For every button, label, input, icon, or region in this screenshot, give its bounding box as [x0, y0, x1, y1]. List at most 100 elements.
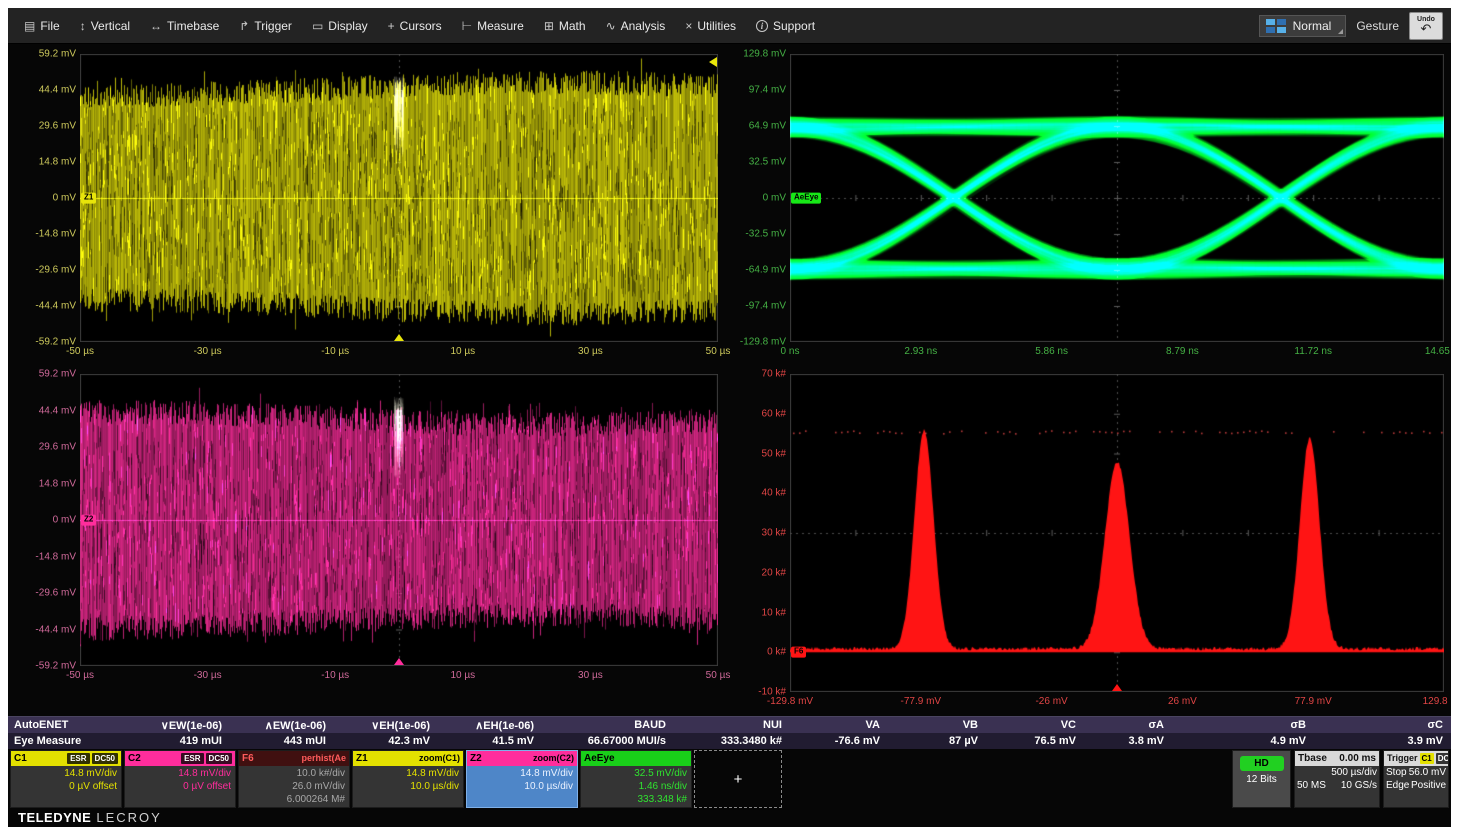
measure-column-header[interactable]: VA: [790, 719, 888, 731]
measure-column-header[interactable]: NUI: [674, 719, 790, 731]
y-axis-label: 129.8 mV: [726, 49, 786, 60]
y-axis-label: 70 k#: [726, 369, 786, 380]
descriptor-f6[interactable]: F6perhist(Ae10.0 k#/div26.0 mV/div6.0002…: [238, 750, 350, 808]
trace-tag-z2[interactable]: Z2: [81, 515, 96, 526]
measure-value[interactable]: 3.9 mV: [1314, 735, 1451, 747]
y-axis-label: 59.2 mV: [16, 49, 76, 60]
measure-value[interactable]: -76.6 mV: [790, 735, 888, 747]
descriptor-line: 10.0 µs/div: [469, 780, 573, 793]
display-mode-button[interactable]: Normal: [1259, 15, 1347, 37]
menu-math[interactable]: ⊞Math: [534, 8, 596, 43]
descriptor-line: 10.0 µs/div: [355, 780, 459, 793]
measure-column-header[interactable]: ∧EH(1e-06): [438, 719, 542, 732]
x-axis-label: -10 µs: [321, 346, 349, 357]
menu-label: Display: [328, 19, 367, 33]
x-axis-label: 11.72 ns: [1294, 346, 1332, 357]
measure-value[interactable]: 443 mUI: [230, 735, 334, 747]
descriptor-c1[interactable]: C1ESRDC5014.8 mV/div0 µV offset: [10, 750, 122, 808]
x-axis-label: 30 µs: [578, 346, 603, 357]
menu-display[interactable]: ▭Display: [302, 8, 378, 43]
y-axis-label: 0 k#: [726, 647, 786, 658]
measure-value[interactable]: 3.8 mV: [1084, 735, 1172, 747]
menu-items: ▤File↕Vertical↔Timebase↱Trigger▭Display+…: [14, 8, 825, 43]
plot-zoom2[interactable]: [80, 374, 718, 666]
badge-esr: ESR: [181, 753, 203, 764]
y-axis-label: 59.2 mV: [16, 369, 76, 380]
trigger-label: Trigger: [1387, 754, 1418, 763]
menu-support[interactable]: iSupport: [746, 8, 825, 43]
cursors-icon: +: [388, 20, 395, 32]
menu-file[interactable]: ▤File: [14, 8, 70, 43]
descriptor-line: 14.8 mV/div: [127, 767, 231, 780]
measure-value[interactable]: 87 µV: [888, 735, 986, 747]
menu-measure[interactable]: ⊢Measure: [452, 8, 534, 43]
timebase-cell: 10 GS/s: [1341, 779, 1377, 792]
trigger-descriptor[interactable]: TriggerC1DCStop56.0 mVEdgePositive: [1383, 750, 1449, 808]
menu-label: Measure: [477, 19, 524, 33]
trace-tag-z1[interactable]: Z1: [81, 193, 96, 204]
measure-column-header[interactable]: VC: [986, 719, 1084, 731]
trigger-level-marker[interactable]: [709, 57, 717, 67]
measure-value[interactable]: 66.67000 MUI/s: [542, 735, 674, 747]
x-axis-label: 77.9 mV: [1295, 696, 1332, 707]
channel-function-label: zoom(C1): [419, 754, 460, 763]
descriptor-c2[interactable]: C2ESRDC5014.8 mV/div0 µV offset: [124, 750, 236, 808]
measure-group-name[interactable]: AutoENET: [8, 719, 126, 731]
measure-value[interactable]: 333.3480 k#: [674, 735, 790, 747]
y-axis-label: 0 mV: [726, 193, 786, 204]
descriptor-aeeye[interactable]: AeEye32.5 mV/div1.46 ns/div333.348 k#: [580, 750, 692, 808]
measure-column-header[interactable]: σC: [1314, 719, 1451, 731]
measure-column-header[interactable]: BAUD: [542, 719, 674, 731]
y-axis-label: 60 k#: [726, 408, 786, 419]
measure-value[interactable]: 419 mUI: [126, 735, 230, 747]
measure-value[interactable]: 4.9 mV: [1172, 735, 1314, 747]
plot-hist[interactable]: [790, 374, 1444, 692]
menu-label: Utilities: [697, 19, 736, 33]
y-axis-label: 10 k#: [726, 607, 786, 618]
menu-trigger[interactable]: ↱Trigger: [229, 8, 302, 43]
channel-id: Z2: [470, 754, 482, 764]
measure-column-header[interactable]: ∨EH(1e-06): [334, 719, 438, 732]
descriptor-z1[interactable]: Z1zoom(C1)14.8 mV/div10.0 µs/div: [352, 750, 464, 808]
plot-zoom1[interactable]: [80, 54, 718, 342]
menu-cursors[interactable]: +Cursors: [378, 8, 452, 43]
measure-value[interactable]: 76.5 mV: [986, 735, 1084, 747]
channel-badges: ESRDC50: [65, 754, 118, 764]
undo-button[interactable]: Undo ↶: [1409, 12, 1443, 40]
plot-aeeye[interactable]: [790, 54, 1444, 342]
descriptor-z2[interactable]: Z2zoom(C2)14.8 mV/div10.0 µs/div: [466, 750, 578, 808]
time-position-marker[interactable]: [394, 658, 404, 665]
measure-column-header[interactable]: ∧EW(1e-06): [230, 719, 334, 732]
measure-column-header[interactable]: ∨EW(1e-06): [126, 719, 230, 732]
timebase-header: Tbase0.00 ms: [1295, 751, 1379, 766]
menu-vertical[interactable]: ↕Vertical: [70, 8, 140, 43]
time-position-marker[interactable]: [1112, 684, 1122, 691]
menu-label: File: [40, 19, 59, 33]
menu-timebase[interactable]: ↔Timebase: [140, 8, 229, 43]
x-axis-label: -30 µs: [194, 670, 222, 681]
y-axis-label: -14.8 mV: [16, 551, 76, 562]
measure-value[interactable]: 42.3 mV: [334, 735, 438, 747]
measure-column-header[interactable]: σB: [1172, 719, 1314, 731]
menu-utilities[interactable]: ×Utilities: [675, 8, 746, 43]
add-trace-button[interactable]: +: [694, 750, 782, 808]
menu-label: Support: [773, 19, 815, 33]
y-axis-label: -29.6 mV: [16, 265, 76, 276]
descriptor-body: 14.8 mV/div0 µV offset: [11, 766, 121, 793]
measure-row-name[interactable]: Eye Measure: [8, 735, 126, 747]
time-position-marker[interactable]: [394, 334, 404, 341]
y-axis-label: 29.6 mV: [16, 442, 76, 453]
descriptor-header: Z1zoom(C1): [353, 751, 463, 766]
trace-tag-f6[interactable]: F6: [791, 647, 806, 658]
menu-analysis[interactable]: ∿Analysis: [596, 8, 676, 43]
hd-mode-box[interactable]: HD12 Bits: [1232, 750, 1291, 808]
measure-column-header[interactable]: σA: [1084, 719, 1172, 731]
measure-column-header[interactable]: VB: [888, 719, 986, 731]
measure-value[interactable]: 41.5 mV: [438, 735, 542, 747]
y-axis-label: -44.4 mV: [16, 624, 76, 635]
y-axis-label: 40 k#: [726, 488, 786, 499]
descriptor-header: C2ESRDC50: [125, 751, 235, 766]
trace-tag-aeeye[interactable]: AeEye: [791, 193, 821, 204]
x-axis-label: 10 µs: [450, 670, 475, 681]
timebase-descriptor[interactable]: Tbase0.00 ms500 µs/div50 MS10 GS/s: [1294, 750, 1380, 808]
